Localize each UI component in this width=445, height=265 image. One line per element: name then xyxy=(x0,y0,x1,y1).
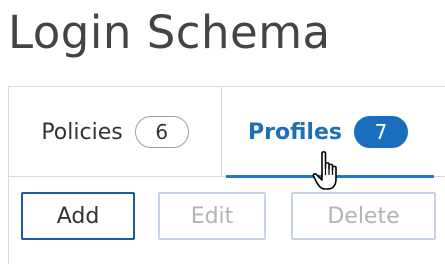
edit-button[interactable]: Edit xyxy=(158,192,266,240)
tab-policies-label: Policies xyxy=(41,119,123,145)
profiles-count-badge: 7 xyxy=(353,116,408,148)
tab-profiles-label: Profiles xyxy=(248,119,342,145)
policies-count-badge: 6 xyxy=(134,116,189,148)
login-schema-panel: Policies 6 Profiles 7 Add Edit Delete xyxy=(8,86,445,264)
page-title: Login Schema xyxy=(8,6,331,59)
hand-pointer-icon xyxy=(312,151,337,190)
action-toolbar: Add Edit Delete xyxy=(9,179,445,265)
add-button[interactable]: Add xyxy=(21,192,135,240)
delete-button[interactable]: Delete xyxy=(291,192,436,240)
tab-bar: Policies 6 Profiles 7 xyxy=(9,87,445,178)
tab-policies[interactable]: Policies 6 xyxy=(9,87,222,177)
